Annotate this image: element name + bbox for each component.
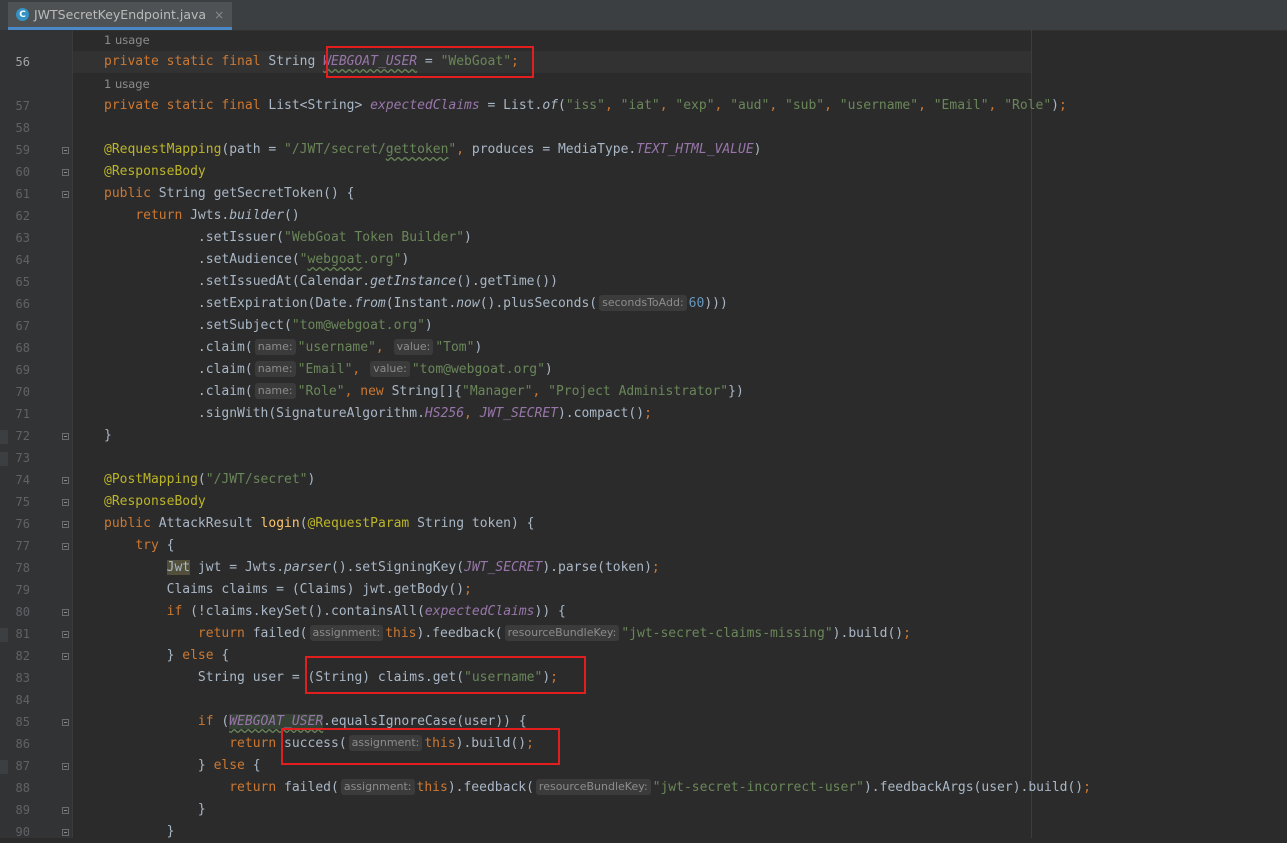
close-icon[interactable]: × [214, 8, 224, 22]
usage-hint[interactable]: 1 usage [104, 33, 150, 47]
line-number: 89 [15, 803, 30, 817]
file-tab-title: JWTSecretKeyEndpoint.java [34, 7, 207, 22]
code-line[interactable]: .setAudience("webgoat.org") [104, 249, 409, 271]
line-number: 67 [15, 319, 30, 333]
code-line[interactable]: Claims claims = (Claims) jwt.getBody(); [104, 579, 472, 601]
line-number: 86 [15, 737, 30, 751]
line-number: 77 [15, 539, 30, 553]
line-number: 81 [15, 627, 30, 641]
code-line[interactable]: public AttackResult login(@RequestParam … [104, 513, 535, 535]
line-number: 72 [15, 429, 30, 443]
line-number: 83 [15, 671, 30, 685]
line-number: 71 [15, 407, 30, 421]
fold-icon[interactable] [62, 653, 69, 660]
line-number: 87 [15, 759, 30, 773]
java-class-icon: C [16, 8, 29, 21]
code-line[interactable]: .setExpiration(Date.from(Instant.now().p… [104, 293, 728, 315]
code-line[interactable]: .setSubject("tom@webgoat.org") [104, 315, 433, 337]
annotation-box [281, 728, 560, 765]
line-number: 84 [15, 693, 30, 707]
annotation-box [305, 656, 586, 694]
fold-icon[interactable] [62, 763, 69, 770]
line-number: 68 [15, 341, 30, 355]
code-line[interactable]: .setIssuedAt(Calendar.getInstance().getT… [104, 271, 558, 293]
fold-icon[interactable] [62, 609, 69, 616]
fold-icon[interactable] [62, 191, 69, 198]
code-line[interactable]: private static final List<String> expect… [104, 95, 1067, 117]
code-line[interactable]: return Jwts.builder() [104, 205, 299, 227]
code-line[interactable]: return failed(assignment: this).feedback(… [104, 777, 1091, 799]
file-tab[interactable]: C JWTSecretKeyEndpoint.java × [8, 2, 233, 30]
line-number: 57 [15, 99, 30, 113]
line-number: 65 [15, 275, 30, 289]
line-number: 85 [15, 715, 30, 729]
line-number: 64 [15, 253, 30, 267]
code-line[interactable]: .claim(name: "Email", value: "tom@webgoat.… [104, 359, 553, 381]
code-line[interactable]: @ResponseBody [104, 161, 206, 183]
line-number: 75 [15, 495, 30, 509]
editor-tab-bar: C JWTSecretKeyEndpoint.java × [0, 0, 1287, 31]
line-number: 74 [15, 473, 30, 487]
line-number: 56 [15, 55, 30, 69]
code-line[interactable]: .claim(name: "Role", new String[]{"Manage… [104, 381, 744, 403]
code-line[interactable]: return failed(assignment: this).feedback(… [104, 623, 911, 645]
annotation-box [326, 46, 534, 78]
code-line[interactable]: } else { [104, 755, 261, 777]
code-line[interactable]: Jwt jwt = Jwts.parser().setSigningKey(JW… [104, 557, 660, 579]
line-number: 88 [15, 781, 30, 795]
line-number: 76 [15, 517, 30, 531]
code-line[interactable]: } [104, 821, 175, 843]
code-line[interactable]: } [104, 425, 112, 447]
fold-icon[interactable] [62, 499, 69, 506]
line-number: 90 [15, 825, 30, 839]
fold-icon[interactable] [62, 807, 69, 814]
usage-hint[interactable]: 1 usage [104, 77, 150, 91]
code-line[interactable]: } else { [104, 645, 230, 667]
fold-icon[interactable] [62, 631, 69, 638]
code-line[interactable]: if (!claims.keySet().containsAll(expecte… [104, 601, 566, 623]
fold-icon[interactable] [62, 719, 69, 726]
line-number: 63 [15, 231, 30, 245]
line-number: 80 [15, 605, 30, 619]
line-number: 66 [15, 297, 30, 311]
line-number: 70 [15, 385, 30, 399]
line-number: 61 [15, 187, 30, 201]
code-line[interactable]: .setIssuer("WebGoat Token Builder") [104, 227, 472, 249]
code-line[interactable]: try { [104, 535, 174, 557]
code-line[interactable]: @RequestMapping(path = "/JWT/secret/gett… [104, 139, 762, 161]
code-line[interactable]: .claim(name: "username", value: "Tom") [104, 337, 482, 359]
fold-icon[interactable] [62, 477, 69, 484]
code-line[interactable]: @ResponseBody [104, 491, 206, 513]
fold-icon[interactable] [62, 829, 69, 836]
line-number: 62 [15, 209, 30, 223]
line-number: 79 [15, 583, 30, 597]
fold-icon[interactable] [62, 433, 69, 440]
fold-icon[interactable] [62, 521, 69, 528]
code-line[interactable]: public String getSecretToken() { [104, 183, 354, 205]
line-number: 73 [15, 451, 30, 465]
right-margin-guide [1031, 30, 1032, 838]
fold-icon[interactable] [62, 543, 69, 550]
fold-icon[interactable] [62, 169, 69, 176]
line-number: 60 [15, 165, 30, 179]
code-line[interactable]: .signWith(SignatureAlgorithm.HS256, JWT_… [104, 403, 652, 425]
code-line[interactable]: @PostMapping("/JWT/secret") [104, 469, 315, 491]
line-number: 78 [15, 561, 30, 575]
line-number: 69 [15, 363, 30, 377]
fold-icon[interactable] [62, 147, 69, 154]
line-number: 82 [15, 649, 30, 663]
line-number: 59 [15, 143, 30, 157]
code-line[interactable]: } [104, 799, 206, 821]
line-number: 58 [15, 121, 30, 135]
